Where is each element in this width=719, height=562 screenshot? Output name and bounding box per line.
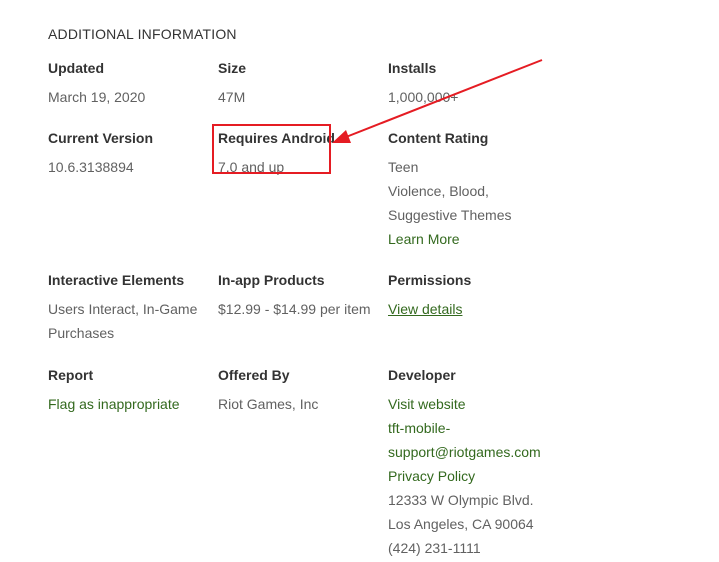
updated-value: March 19, 2020 [48, 89, 146, 105]
content-rating-label: Content Rating [388, 130, 489, 146]
info-updated: Updated March 19, 2020 [48, 59, 218, 129]
developer-label: Developer [388, 367, 456, 383]
content-rating-descriptor: Violence, Blood, [388, 183, 489, 199]
developer-address-line: 12333 W Olympic Blvd. [388, 492, 534, 508]
developer-address-line: Los Angeles, CA 90064 [388, 516, 534, 532]
offered-by-label: Offered By [218, 367, 290, 383]
developer-phone: (424) 231-1111 [388, 540, 481, 556]
info-row-3: Interactive Elements Users Interact, In-… [48, 271, 688, 366]
flag-inappropriate-link[interactable]: Flag as inappropriate [48, 392, 218, 416]
current-version-label: Current Version [48, 130, 154, 146]
updated-label: Updated [48, 60, 104, 76]
info-developer: Developer Visit website tft-mobile-suppo… [388, 366, 558, 556]
permissions-label: Permissions [388, 272, 472, 288]
content-rating-descriptor: Suggestive Themes [388, 207, 512, 223]
info-size: Size 47M [218, 59, 388, 129]
in-app-products-label: In-app Products [218, 272, 325, 288]
info-report: Report Flag as inappropriate [48, 366, 218, 556]
info-in-app-products: In-app Products $12.99 - $14.99 per item [218, 271, 388, 366]
in-app-products-value: $12.99 - $14.99 per item [218, 301, 371, 317]
installs-value: 1,000,000+ [388, 89, 459, 105]
info-interactive-elements: Interactive Elements Users Interact, In-… [48, 271, 218, 366]
installs-label: Installs [388, 60, 437, 76]
info-row-1: Updated March 19, 2020 Size 47M Installs… [48, 59, 688, 129]
info-installs: Installs 1,000,000+ [388, 59, 558, 129]
current-version-value: 10.6.3138894 [48, 159, 134, 175]
learn-more-link[interactable]: Learn More [388, 227, 558, 251]
view-details-link[interactable]: View details [388, 297, 558, 321]
size-label: Size [218, 60, 247, 76]
developer-email-link[interactable]: tft-mobile-support@riotgames.com [388, 416, 558, 464]
interactive-elements-value: Users Interact, In-Game [48, 301, 198, 317]
info-row-2: Current Version 10.6.3138894 Requires An… [48, 129, 688, 271]
section-title: ADDITIONAL INFORMATION [48, 26, 237, 42]
info-permissions: Permissions View details [388, 271, 558, 366]
info-current-version: Current Version 10.6.3138894 [48, 129, 218, 271]
info-offered-by: Offered By Riot Games, Inc [218, 366, 388, 556]
size-value: 47M [218, 89, 246, 105]
content-rating-value: Teen [388, 159, 419, 175]
annotation-highlight-box [212, 124, 331, 174]
report-label: Report [48, 367, 94, 383]
visit-website-link[interactable]: Visit website [388, 392, 558, 416]
privacy-policy-link[interactable]: Privacy Policy [388, 464, 558, 488]
interactive-elements-value: Purchases [48, 325, 115, 341]
additional-info-grid: Updated March 19, 2020 Size 47M Installs… [48, 59, 688, 556]
offered-by-value: Riot Games, Inc [218, 396, 319, 412]
info-content-rating: Content Rating Teen Violence, Blood, Sug… [388, 129, 558, 271]
interactive-elements-label: Interactive Elements [48, 272, 185, 288]
info-row-4: Report Flag as inappropriate Offered By … [48, 366, 688, 556]
